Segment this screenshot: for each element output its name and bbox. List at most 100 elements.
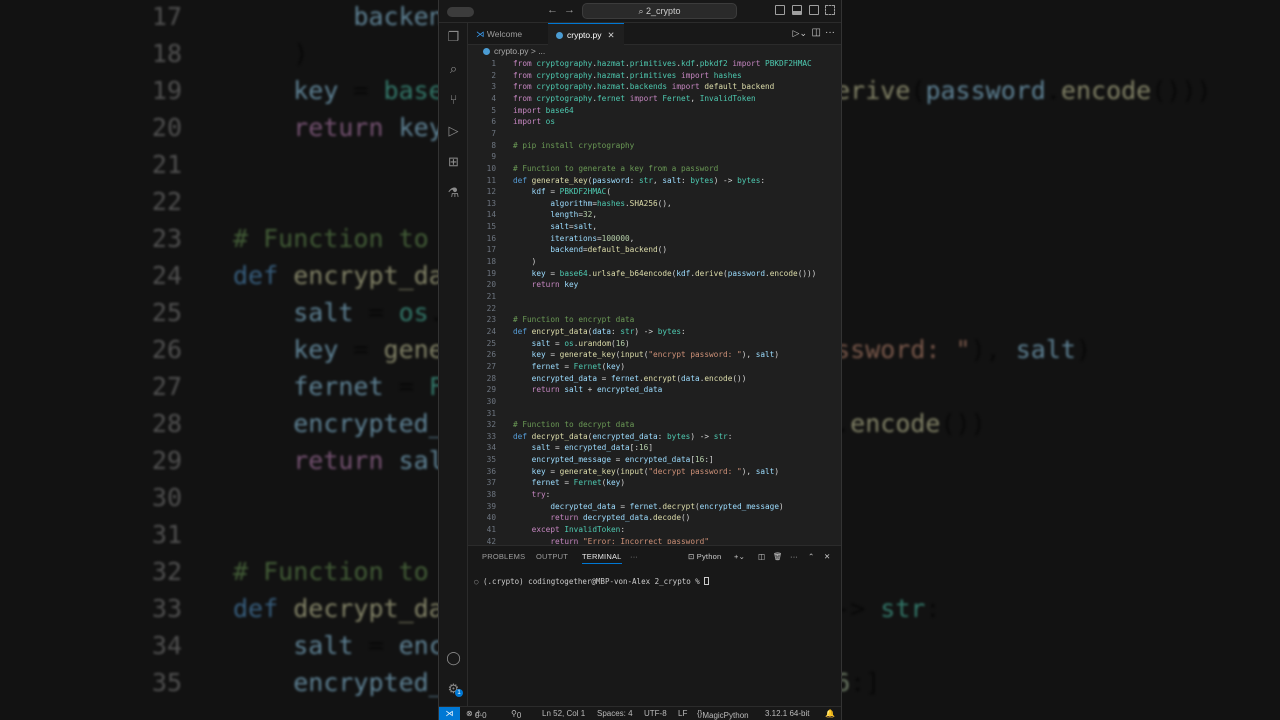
code-line[interactable]: 37 fernet = Fernet(key) [468, 477, 838, 489]
code-line[interactable]: 4 from cryptography.fernet import Fernet,… [468, 93, 838, 105]
code-line[interactable]: 35 encrypted_message = encrypted_data[16… [468, 454, 838, 466]
code-line[interactable]: 7 [468, 128, 838, 140]
breadcrumb-file[interactable]: crypto.py [494, 46, 529, 56]
account-icon[interactable]: ◯ [446, 650, 461, 665]
settings-gear-icon[interactable]: ⚙ 1 [446, 681, 463, 697]
maximize-panel-icon[interactable]: ⌃ [808, 552, 814, 561]
code-line[interactable]: 25 salt = os.urandom(16) [468, 338, 838, 350]
code-line[interactable]: 17 backend=default_backend() [468, 244, 838, 256]
line-number: 25 [486, 338, 496, 348]
window-controls[interactable] [447, 7, 474, 17]
code-line[interactable]: 23 # Function to encrypt data [468, 314, 838, 326]
code-line[interactable]: 27 fernet = Fernet(key) [468, 361, 838, 373]
code-line[interactable]: 21 [468, 291, 838, 303]
run-debug-icon[interactable]: ▷ [446, 123, 461, 138]
code-line[interactable]: 31 [468, 408, 838, 420]
code-line[interactable]: 30 [468, 396, 838, 408]
code-line[interactable]: 26 key = generate_key(input("encrypt pas… [468, 349, 838, 361]
code-line[interactable]: 33 def decrypt_data(encrypted_data: bytes… [468, 431, 838, 443]
toggle-panel-icon[interactable] [792, 5, 802, 15]
line-number: 39 [486, 501, 496, 511]
explorer-icon[interactable]: ❐ [446, 29, 461, 44]
problems-status[interactable]: ⊗ 0 ⚠ 0 [466, 709, 487, 720]
split-editor-icon[interactable]: ◫ [812, 27, 821, 38]
toggle-secondary-sidebar-icon[interactable] [809, 5, 819, 15]
code-line[interactable]: 6 import os [468, 116, 838, 128]
code-line[interactable]: 5 import base64 [468, 105, 838, 117]
panel-more-icon[interactable]: ··· [630, 552, 638, 561]
line-number: 6 [491, 117, 496, 127]
extensions-icon[interactable]: ⊞ [446, 154, 461, 169]
python-interpreter[interactable]: 3.12.1 64-bit [765, 709, 809, 718]
vscode-window: ← → ⌕ 2_crypto ❐ ⌕ ⑂ ▷ ⊞ ⚗ ◯ ⚙ 1 ⋊ Welcom… [438, 0, 842, 720]
notifications-bell-icon[interactable]: 🔔 [825, 709, 835, 718]
run-python-icon[interactable]: ▷⌄ [793, 28, 807, 39]
close-tab-icon[interactable]: ✕ [608, 30, 615, 40]
customize-layout-icon[interactable] [825, 5, 835, 15]
terminal-output[interactable]: ○ (.crypto) codingtogether@MBP-von-Alex … [474, 577, 710, 586]
status-bar: ⋊ ⊗ 0 ⚠ 0 ⚲ 0 Ln 52, Col 1 Spaces: 4 UTF… [439, 706, 841, 720]
code-line[interactable]: 42 return "Error: Incorrect password" [468, 536, 838, 544]
line-number: 23 [486, 315, 496, 325]
code-line[interactable]: 18 ) [468, 256, 838, 268]
new-terminal-icon[interactable]: +⌄ [734, 552, 745, 561]
code-line[interactable]: 36 key = generate_key(input("decrypt pas… [468, 466, 838, 478]
tab-output[interactable]: OUTPUT [536, 552, 568, 561]
split-terminal-icon[interactable]: ◫ [758, 552, 765, 561]
testing-icon[interactable]: ⚗ [446, 185, 461, 200]
more-actions-icon[interactable]: ··· [825, 27, 835, 38]
code-line[interactable]: 13 algorithm=hashes.SHA256(), [468, 198, 838, 210]
code-line[interactable]: 32 # Function to decrypt data [468, 419, 838, 431]
toggle-sidebar-icon[interactable] [775, 5, 785, 15]
command-center-search[interactable]: ⌕ 2_crypto [582, 3, 737, 19]
search-icon[interactable]: ⌕ [446, 61, 461, 76]
language-mode[interactable]: {} MagicPython [697, 709, 749, 720]
code-line[interactable]: 14 length=32, [468, 209, 838, 221]
code-line[interactable]: 3 from cryptography.hazmat.backends impor… [468, 81, 838, 93]
code-line[interactable]: 11 def generate_key(password: str, salt: … [468, 175, 838, 187]
ports-status[interactable]: ⚲ 0 [511, 709, 521, 720]
code-line[interactable]: 8 # pip install cryptography [468, 140, 838, 152]
line-number: 41 [486, 525, 496, 534]
code-line[interactable]: 16 iterations=100000, [468, 233, 838, 245]
line-code: from cryptography.fernet import Fernet, … [513, 93, 756, 103]
source-control-icon[interactable]: ⑂ [446, 92, 461, 107]
code-line[interactable]: 24 def encrypt_data(data: str) -> bytes: [468, 326, 838, 338]
line-code: length=32, [550, 210, 598, 220]
tab-crypto-py[interactable]: crypto.py ✕ [548, 23, 624, 45]
tab-problems[interactable]: PROBLEMS [482, 552, 525, 561]
breadcrumb-more[interactable]: > ... [531, 46, 545, 56]
encoding[interactable]: UTF-8 [644, 709, 667, 718]
line-ending[interactable]: LF [678, 709, 687, 718]
code-line[interactable]: 2 from cryptography.hazmat.primitives imp… [468, 70, 838, 82]
tab-terminal[interactable]: TERMINAL [582, 552, 622, 564]
code-line[interactable]: 28 encrypted_data = fernet.encrypt(data.… [468, 373, 838, 385]
code-line[interactable]: 41 except InvalidToken: [468, 524, 838, 536]
code-line[interactable]: 9 [468, 151, 838, 163]
code-line[interactable]: 22 [468, 303, 838, 315]
terminal-more-icon[interactable]: ··· [790, 552, 798, 561]
tab-welcome[interactable]: ⋊ Welcome [468, 23, 548, 45]
code-editor[interactable]: 1 from cryptography.hazmat.primitives.kdf… [468, 58, 841, 544]
kill-terminal-icon[interactable]: 🗑 [773, 552, 783, 561]
code-line[interactable]: 38 try: [468, 489, 838, 501]
code-line[interactable]: 34 salt = encrypted_data[:16] [468, 442, 838, 454]
terminal-shell-selector[interactable]: ⊡ Python [688, 552, 721, 561]
code-line[interactable]: 20 return key [468, 279, 838, 291]
code-line[interactable]: 29 return salt + encrypted_data [468, 384, 838, 396]
cursor-position[interactable]: Ln 52, Col 1 [542, 709, 585, 718]
close-panel-icon[interactable]: ✕ [824, 552, 830, 561]
forward-arrow-icon[interactable]: → [564, 4, 575, 16]
line-number: 27 [486, 361, 496, 371]
back-arrow-icon[interactable]: ← [547, 4, 558, 16]
code-line[interactable]: 1 from cryptography.hazmat.primitives.kdf… [468, 58, 838, 70]
code-line[interactable]: 40 return decrypted_data.decode() [468, 512, 838, 524]
remote-indicator-icon[interactable]: ⋊ [439, 707, 460, 720]
code-line[interactable]: 39 decrypted_data = fernet.decrypt(encry… [468, 501, 838, 513]
code-line[interactable]: 10 # Function to generate a key from a pa… [468, 163, 838, 175]
code-line[interactable]: 15 salt=salt, [468, 221, 838, 233]
indentation[interactable]: Spaces: 4 [597, 709, 633, 718]
code-line[interactable]: 12 kdf = PBKDF2HMAC( [468, 186, 838, 198]
code-line[interactable]: 19 key = base64.urlsafe_b64encode(kdf.de… [468, 268, 838, 280]
line-code: except InvalidToken: [531, 525, 626, 534]
